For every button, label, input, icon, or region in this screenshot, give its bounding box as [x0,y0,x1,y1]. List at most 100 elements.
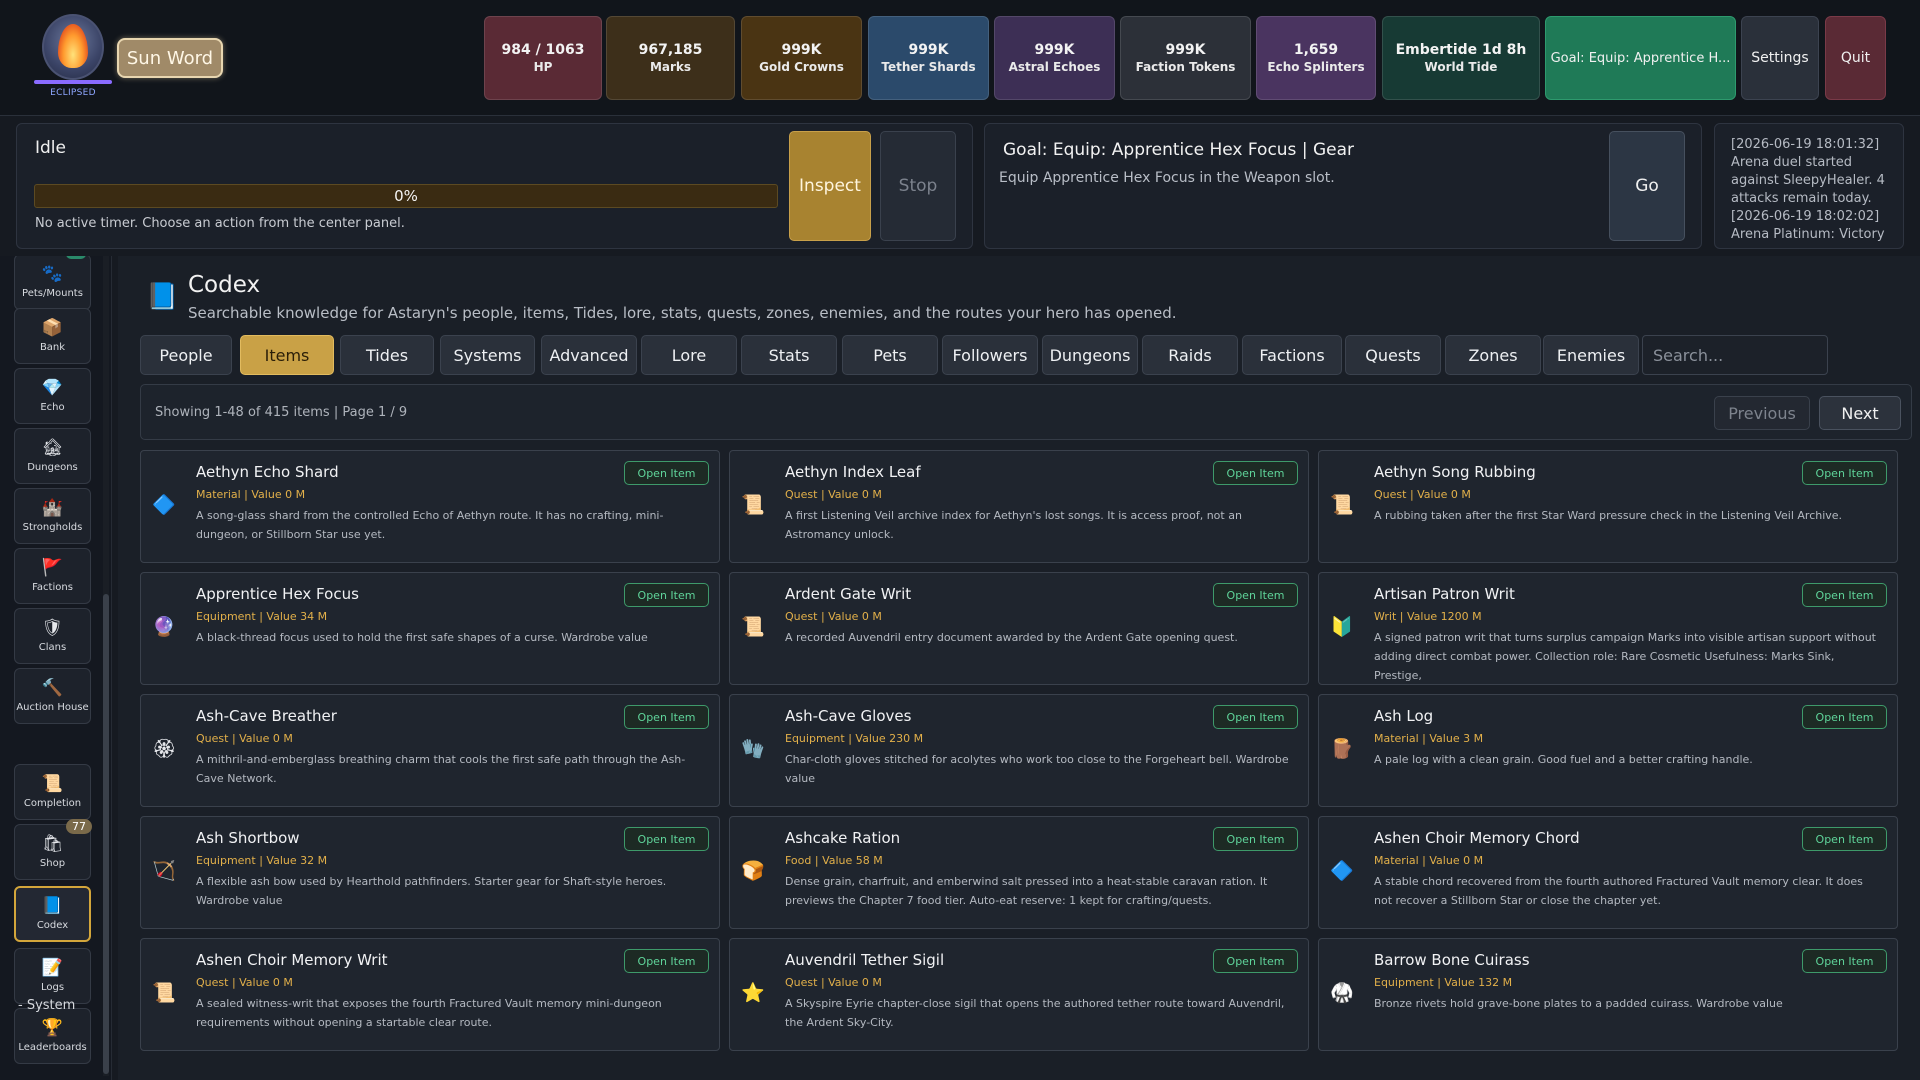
sidebar-item-echo[interactable]: 💎 Echo [14,368,91,424]
open-item-button[interactable]: Open Item [1802,583,1887,607]
inspect-button[interactable]: Inspect [789,131,871,241]
tab-systems[interactable]: Systems [440,335,535,375]
stat-gold-crowns[interactable]: 999K Gold Crowns [741,16,862,100]
stop-button[interactable]: Stop [880,131,956,241]
sidebar-item-logs[interactable]: 📝 Logs [14,948,91,1004]
shop-count-badge: 77 [66,819,92,834]
goal-button[interactable]: Goal: Equip: Apprentice H... [1545,16,1736,100]
open-item-button[interactable]: Open Item [1802,705,1887,729]
open-item-button[interactable]: Open Item [624,461,709,485]
open-item-button[interactable]: Open Item [624,827,709,851]
open-item-button[interactable]: Open Item [624,705,709,729]
tab-quests[interactable]: Quests [1345,335,1441,375]
tab-pets[interactable]: Pets [842,335,938,375]
open-item-button[interactable]: Open Item [1213,705,1298,729]
cuirass-icon: 🥋 [1330,981,1354,1004]
stat-world-tide[interactable]: Embertide 1d 8h World Tide [1382,16,1540,100]
open-item-button[interactable]: Open Item [1802,461,1887,485]
tab-stats[interactable]: Stats [741,335,837,375]
stat-label: Tether Shards [881,60,976,74]
activity-progress-bar: 0% [34,184,778,208]
sidebar-item-dungeons[interactable]: 🏚 Dungeons [14,428,91,484]
open-item-button[interactable]: Open Item [1802,827,1887,851]
item-card[interactable]: 📜 Ardent Gate Writ Quest | Value 0 M A reco… [729,572,1309,685]
next-page-button[interactable]: Next [1819,396,1901,430]
sidebar-item-strongholds[interactable]: 🏰 Strongholds [14,488,91,544]
open-item-button[interactable]: Open Item [624,583,709,607]
item-card[interactable]: 🔷 Ashen Choir Memory Chord Material | Valu… [1318,816,1898,929]
item-card[interactable]: 🍞 Ashcake Ration Food | Value 58 M Dense gr… [729,816,1309,929]
tab-followers[interactable]: Followers [942,335,1038,375]
sidebar-item-leaderboards[interactable]: 🏆 Leaderboards [14,1008,91,1064]
sidebar-item-auction-house[interactable]: 🔨 Auction House [14,668,91,724]
item-name: Ashen Choir Memory Chord [1374,829,1580,847]
stat-hp[interactable]: 984 / 1063 HP [484,16,602,100]
open-item-button[interactable]: Open Item [1802,949,1887,973]
quit-button[interactable]: Quit [1825,16,1886,100]
item-name: Ash-Cave Gloves [785,707,912,725]
tab-dungeons[interactable]: Dungeons [1042,335,1138,375]
item-card[interactable]: 📜 Aethyn Index Leaf Quest | Value 0 M A fir… [729,450,1309,563]
sidebar-item-label: Leaderboards [18,1042,87,1053]
item-name: Barrow Bone Cuirass [1374,951,1530,969]
pager-status: Showing 1-48 of 415 items | Page 1 / 9 [155,405,408,420]
castle-icon: 🏰 [41,498,64,518]
crystal-shard-icon: 🔷 [1330,859,1354,882]
sidebar-scrollbar-thumb[interactable] [103,594,109,1074]
item-card[interactable]: 🥋 Barrow Bone Cuirass Equipment | Value 13… [1318,938,1898,1051]
sun-word-button[interactable]: Sun Word [117,38,223,78]
item-description: A flexible ash bow used by Hearthold pat… [196,875,667,907]
item-card[interactable]: 📜 Ashen Choir Memory Writ Quest | Value 0 … [140,938,720,1051]
open-item-button[interactable]: Open Item [624,949,709,973]
open-item-button[interactable]: Open Item [1213,949,1298,973]
tab-factions[interactable]: Factions [1242,335,1342,375]
settings-button[interactable]: Settings [1741,16,1819,100]
item-card[interactable]: 🔰 Artisan Patron Writ Writ | Value 1200 M A… [1318,572,1898,685]
stat-faction-tokens[interactable]: 999K Faction Tokens [1120,16,1251,100]
sidebar-item-factions[interactable]: 🚩 Factions [14,548,91,604]
item-card[interactable]: 📜 Aethyn Song Rubbing Quest | Value 0 M A r… [1318,450,1898,563]
sidebar-item-completion[interactable]: 📜 Completion [14,764,91,820]
sidebar-section-system: - System [18,998,76,1013]
stat-tether-shards[interactable]: 999K Tether Shards [868,16,989,100]
item-card[interactable]: 🔮 Apprentice Hex Focus Equipment | Value 3… [140,572,720,685]
tab-advanced[interactable]: Advanced [541,335,637,375]
sidebar-item-shop[interactable]: 🛍 Shop 77 [14,819,92,880]
sidebar-item-codex[interactable]: 📘 Codex [14,886,91,942]
tab-zones[interactable]: Zones [1445,335,1541,375]
tab-enemies[interactable]: Enemies [1543,335,1639,375]
hero-portrait[interactable] [34,14,114,86]
item-card[interactable]: 🏵 Ash-Cave Breather Quest | Value 0 M A mit… [140,694,720,807]
stat-astral-echoes[interactable]: 999K Astral Echoes [994,16,1115,100]
stat-marks[interactable]: 967,185 Marks [606,16,735,100]
tab-lore[interactable]: Lore [641,335,737,375]
tab-people[interactable]: People [140,335,232,375]
trophy-icon: 🏆 [41,1018,64,1038]
crystal-icon: 💎 [41,378,64,398]
stat-echo-splinters[interactable]: 1,659 Echo Splinters [1256,16,1376,100]
item-meta: Equipment | Value 230 M [785,732,924,745]
quest-scroll-icon: 📜 [152,981,176,1004]
chest-icon: 📦 [41,318,64,338]
item-description: A first Listening Veil archive index for… [785,509,1242,541]
sidebar-item-clans[interactable]: 🛡 Clans [14,608,91,664]
sidebar-item-pets-mounts[interactable]: 🐾 Pets/Mounts [14,256,91,310]
previous-page-button[interactable]: Previous [1714,396,1810,430]
item-card[interactable]: 🏹 Ash Shortbow Equipment | Value 32 M A fle… [140,816,720,929]
item-card[interactable]: ⭐ Auvendril Tether Sigil Quest | Value 0 M… [729,938,1309,1051]
stat-value: 999K [781,42,822,58]
sidebar-item-bank[interactable]: 📦 Bank [14,308,91,364]
open-item-button[interactable]: Open Item [1213,461,1298,485]
item-description: A signed patron writ that turns surplus … [1374,631,1876,682]
tab-tides[interactable]: Tides [340,335,434,375]
open-item-button[interactable]: Open Item [1213,827,1298,851]
item-card[interactable]: 🔷 Aethyn Echo Shard Material | Value 0 M A … [140,450,720,563]
go-button[interactable]: Go [1609,131,1685,241]
open-item-button[interactable]: Open Item [1213,583,1298,607]
search-input[interactable] [1642,335,1828,375]
item-card[interactable]: 🧤 Ash-Cave Gloves Equipment | Value 230 M C… [729,694,1309,807]
tab-items[interactable]: Items [240,335,334,375]
stat-value: 1,659 [1293,42,1339,58]
item-card[interactable]: 🪵 Ash Log Material | Value 3 M A pale log w… [1318,694,1898,807]
tab-raids[interactable]: Raids [1142,335,1238,375]
